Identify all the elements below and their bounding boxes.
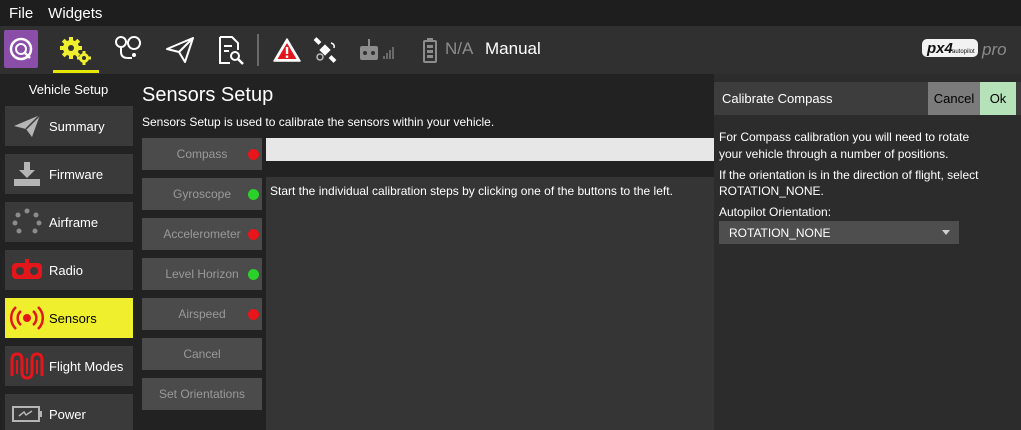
- gps-indicator[interactable]: [308, 28, 342, 72]
- menu-widgets[interactable]: Widgets: [48, 5, 102, 22]
- button-label: Cancel: [183, 347, 221, 361]
- cancel-button[interactable]: Cancel: [928, 82, 980, 115]
- calibrate-compass-panel: Calibrate Compass Cancel Ok For Compass …: [714, 74, 1021, 430]
- qgc-logo-button[interactable]: [4, 30, 38, 68]
- calibration-status-area: Start the individual calibration steps b…: [266, 177, 714, 430]
- warning-triangle-icon: [273, 38, 301, 62]
- airspeed-calibrate-button[interactable]: Airspeed: [142, 298, 262, 330]
- sidebar-item-label: Power: [49, 406, 86, 422]
- button-label: Compass: [176, 147, 228, 161]
- sensors-setup-page: Sensors Setup Sensors Setup is used to c…: [137, 74, 714, 430]
- plan-route-icon: [115, 36, 141, 59]
- sidebar-item-label: Radio: [49, 262, 83, 278]
- sidebar-item-radio[interactable]: Radio: [5, 250, 133, 290]
- active-tab-indicator: [53, 70, 99, 73]
- svg-text:pro: pro: [981, 40, 1007, 59]
- compass-instructions-line-2: your vehicle through a number of positio…: [719, 147, 949, 161]
- compass-calibrate-button[interactable]: Compass: [142, 138, 262, 170]
- flight-modes-icon: [10, 352, 44, 380]
- status-dot: [248, 189, 259, 200]
- sidebar-item-sensors[interactable]: Sensors: [5, 298, 133, 338]
- status-dot: [248, 309, 259, 320]
- sidebar-item-flight-modes[interactable]: Flight Modes: [5, 346, 133, 386]
- sidebar-item-label: Firmware: [49, 166, 104, 182]
- cancel-calibration-button[interactable]: Cancel: [142, 338, 262, 370]
- menu-bar: File Widgets: [0, 0, 1021, 26]
- selected-orientation: ROTATION_NONE: [729, 225, 831, 240]
- fly-view-button[interactable]: [160, 28, 200, 72]
- sidebar-item-summary[interactable]: Summary: [5, 106, 133, 146]
- rc-transmitter-icon: [360, 39, 394, 60]
- button-label: Set Orientations: [158, 387, 246, 401]
- qgc-logo-icon: [9, 37, 33, 61]
- panel-title: Calibrate Compass: [722, 91, 833, 106]
- battery-icon: [12, 406, 42, 422]
- sidebar-item-label: Airframe: [49, 214, 99, 230]
- button-label: Level Horizon: [165, 267, 239, 281]
- panel-header: Calibrate Compass Cancel Ok: [714, 82, 1021, 115]
- page-title: Sensors Setup: [142, 84, 274, 106]
- svg-text:px4: px4: [926, 40, 954, 57]
- vehicle-setup-button[interactable]: [56, 28, 96, 72]
- analyze-view-button[interactable]: [210, 28, 250, 72]
- sidebar-item-label: Summary: [49, 118, 105, 134]
- sidebar-item-firmware[interactable]: Firmware: [5, 154, 133, 194]
- messages-indicator[interactable]: [270, 28, 304, 72]
- svg-text:autopilot: autopilot: [952, 49, 975, 55]
- paper-plane-icon: [166, 37, 194, 63]
- orientation-hint-line-2: ROTATION_NONE.: [719, 184, 824, 198]
- sidebar-item-power[interactable]: Power: [5, 394, 133, 430]
- sidebar-item-label: Flight Modes: [49, 358, 124, 374]
- button-label: Gyroscope: [172, 187, 232, 201]
- rc-rssi-indicator[interactable]: [356, 28, 400, 72]
- gyroscope-calibrate-button[interactable]: Gyroscope: [142, 178, 262, 210]
- menu-file[interactable]: File: [9, 5, 33, 22]
- ok-button[interactable]: Ok: [980, 82, 1016, 115]
- battery-status-text: N/A: [445, 39, 474, 58]
- main-toolbar: N/A Manual px4 autopilot pro: [0, 26, 1021, 74]
- button-label: Airspeed: [178, 307, 226, 321]
- status-dot: [248, 149, 259, 160]
- radio-icon: [12, 259, 42, 279]
- satellite-icon: [313, 37, 337, 63]
- plan-view-button[interactable]: [108, 28, 148, 72]
- calibration-instructions: Start the individual calibration steps b…: [270, 184, 673, 198]
- toolbar-divider: [257, 34, 259, 66]
- sidebar-item-airframe[interactable]: Airframe: [5, 202, 133, 242]
- status-dot: [248, 269, 259, 280]
- download-icon: [14, 162, 40, 186]
- gears-icon: [60, 37, 91, 65]
- orientation-hint-line-1: If the orientation is in the direction o…: [719, 168, 979, 182]
- flight-mode-selector[interactable]: Manual: [485, 39, 541, 59]
- battery-indicator[interactable]: [420, 28, 440, 72]
- paper-plane-icon: [14, 114, 41, 137]
- sensor-wave-icon: [10, 306, 44, 330]
- vehicle-setup-sidebar: Vehicle Setup Summary Firmware Airframe: [0, 74, 137, 430]
- sidebar-title: Vehicle Setup: [28, 82, 109, 97]
- button-label: Accelerometer: [163, 227, 241, 241]
- accelerometer-calibrate-button[interactable]: Accelerometer: [142, 218, 262, 250]
- set-orientations-button[interactable]: Set Orientations: [142, 378, 262, 410]
- document-search-icon: [219, 36, 244, 65]
- page-description: Sensors Setup is used to calibrate the s…: [142, 115, 495, 129]
- chevron-down-icon: [942, 230, 950, 235]
- battery-icon: [423, 38, 437, 63]
- autopilot-orientation-select[interactable]: ROTATION_NONE: [719, 221, 959, 244]
- orientation-label: Autopilot Orientation:: [719, 205, 832, 219]
- px4-pro-logo: px4 autopilot pro: [922, 39, 1007, 59]
- level-horizon-calibrate-button[interactable]: Level Horizon: [142, 258, 262, 290]
- compass-instructions-line-1: For Compass calibration you will need to…: [719, 130, 970, 144]
- airframe-dots-icon: [12, 208, 42, 234]
- calibration-progress-bar: [266, 138, 714, 161]
- sidebar-item-label: Sensors: [49, 310, 97, 326]
- status-dot: [248, 229, 259, 240]
